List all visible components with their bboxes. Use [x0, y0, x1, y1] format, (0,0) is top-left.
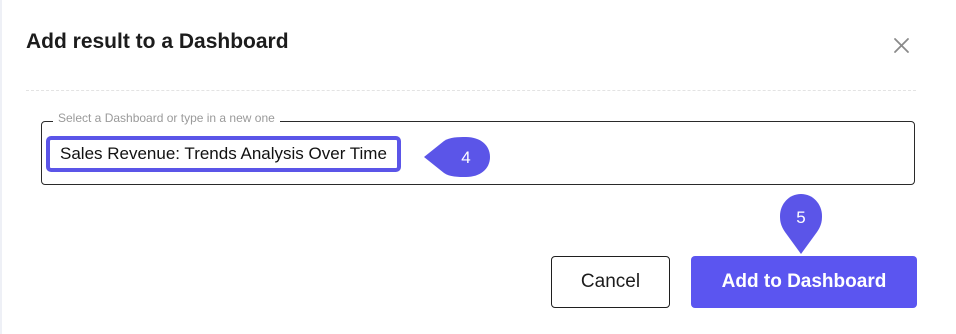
header-divider	[26, 90, 916, 91]
dialog-title: Add result to a Dashboard	[26, 30, 289, 53]
cancel-button[interactable]: Cancel	[551, 256, 670, 308]
step-marker-4: 4	[424, 137, 490, 177]
add-to-dashboard-button[interactable]: Add to Dashboard	[691, 256, 917, 308]
step-marker-5-label: 5	[796, 208, 805, 227]
close-icon	[894, 38, 909, 53]
close-button[interactable]	[889, 33, 913, 57]
step-marker-4-label: 4	[461, 148, 470, 167]
dialog-left-edge	[0, 0, 2, 334]
dashboard-field-label: Select a Dashboard or type in a new one	[53, 111, 280, 125]
add-to-dashboard-dialog: Add result to a Dashboard Select a Dashb…	[0, 0, 956, 334]
dashboard-field-value[interactable]: Sales Revenue: Trends Analysis Over Time	[46, 136, 401, 172]
step-marker-5: 5	[780, 194, 822, 254]
